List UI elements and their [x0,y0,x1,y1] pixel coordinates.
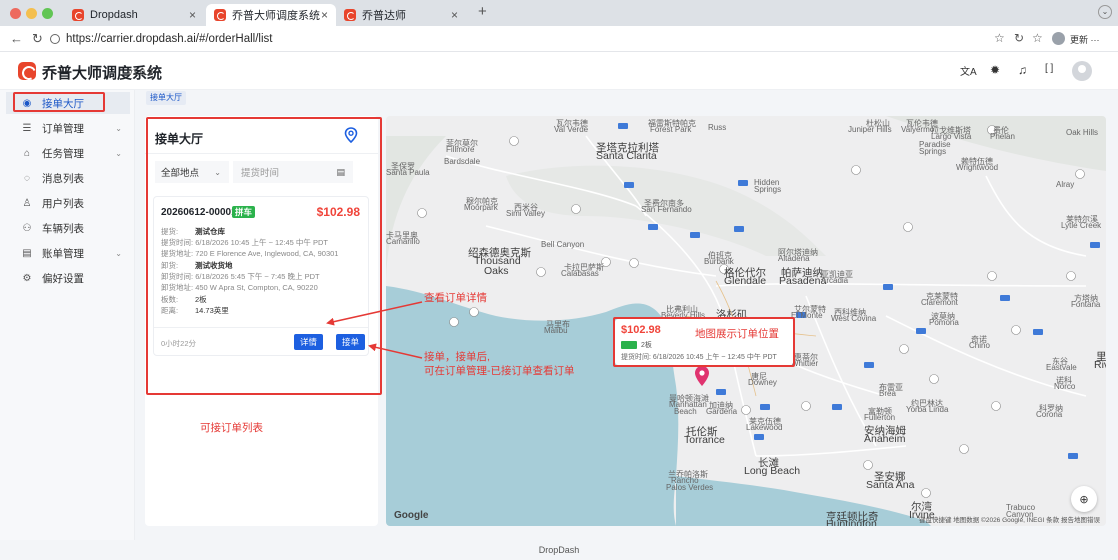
annotation-arrows [326,301,423,359]
app-footer: DropDash [0,540,1118,560]
